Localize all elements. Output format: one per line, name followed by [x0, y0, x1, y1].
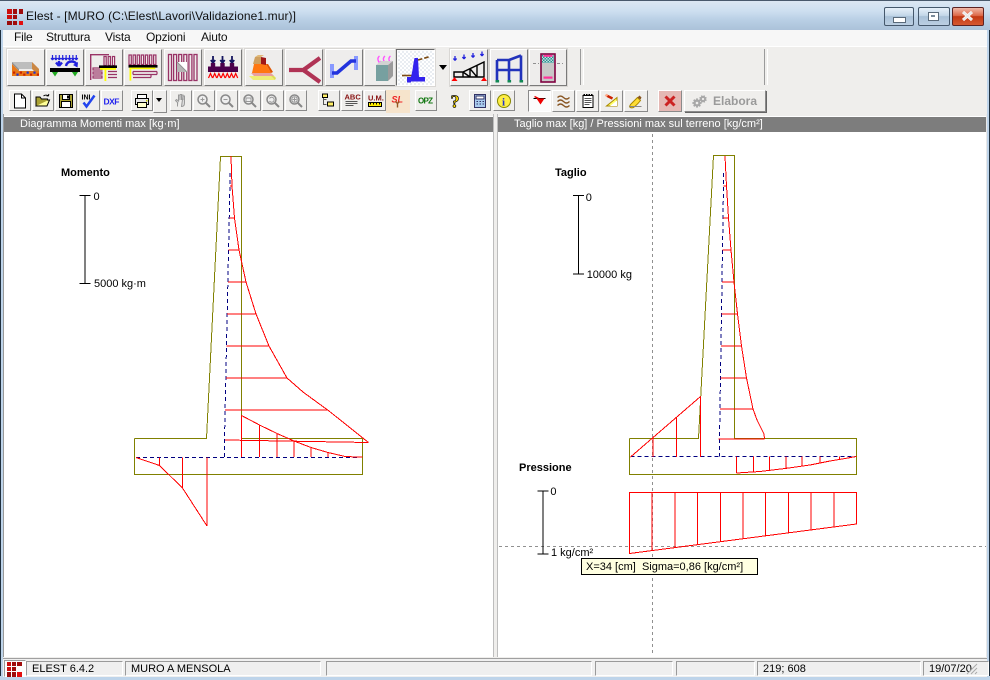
svg-text:Pressione: Pressione	[519, 462, 572, 474]
svg-text:0: 0	[94, 191, 100, 203]
svg-text:Taglio: Taglio	[555, 167, 587, 179]
svg-text:10000 kg: 10000 kg	[587, 269, 632, 281]
svg-text:0: 0	[550, 486, 556, 498]
svg-text:5000 kg·m: 5000 kg·m	[94, 278, 146, 290]
svg-text:Momento: Momento	[61, 167, 110, 179]
svg-text:0: 0	[586, 192, 592, 204]
